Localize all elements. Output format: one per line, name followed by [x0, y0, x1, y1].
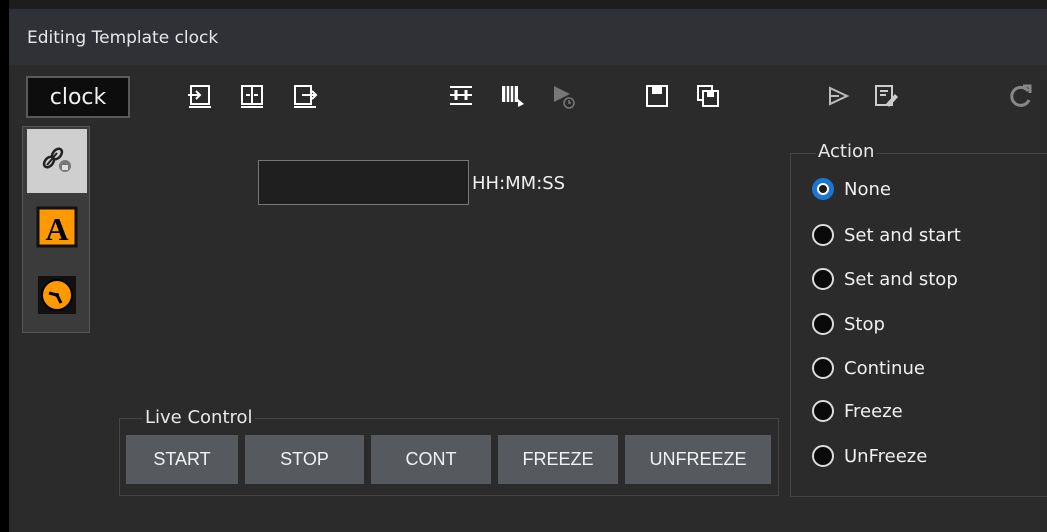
save-as-icon[interactable]	[692, 80, 724, 112]
export-icon[interactable]	[289, 80, 321, 112]
radio-set-and-stop[interactable]: Set and stop	[812, 268, 958, 290]
action-title: Action	[816, 141, 877, 162]
save-icon[interactable]	[641, 80, 673, 112]
live-control-title: Live Control	[143, 407, 255, 428]
radio-label: Set and start	[844, 224, 961, 246]
time-format-label: HH:MM:SS	[472, 173, 566, 194]
split-icon[interactable]	[236, 80, 268, 112]
radio-unfreeze[interactable]: UnFreeze	[812, 445, 927, 467]
radio-button-icon	[812, 268, 834, 290]
start-button[interactable]: START	[126, 435, 238, 484]
send-icon[interactable]	[822, 80, 854, 112]
time-input[interactable]	[258, 160, 469, 205]
import-icon[interactable]	[184, 80, 216, 112]
film-icon[interactable]	[496, 80, 528, 112]
radio-set-and-start[interactable]: Set and start	[812, 224, 961, 246]
stop-button[interactable]: STOP	[245, 435, 364, 484]
refresh-icon[interactable]	[1004, 80, 1036, 112]
radio-label: Stop	[844, 313, 885, 335]
cont-button[interactable]: CONT	[371, 435, 491, 484]
window-top-edge	[0, 0, 1047, 9]
text-a-icon: A	[35, 205, 79, 253]
window-title: Editing Template clock	[27, 28, 219, 48]
template-name-field[interactable]: clock	[26, 76, 130, 118]
radio-label: UnFreeze	[844, 445, 928, 467]
radio-button-icon	[812, 313, 834, 335]
window-left-edge	[0, 0, 9, 532]
radio-button-icon	[812, 178, 834, 200]
radio-button-icon	[812, 224, 834, 246]
radio-continue[interactable]: Continue	[812, 357, 925, 379]
svg-text:A: A	[45, 211, 68, 247]
tab-link[interactable]	[27, 129, 87, 193]
link-icon	[37, 139, 77, 183]
merge-icon[interactable]	[445, 80, 477, 112]
edit-icon[interactable]	[870, 80, 902, 112]
radio-button-icon	[812, 400, 834, 422]
radio-label: Freeze	[844, 400, 903, 422]
radio-button-icon	[812, 357, 834, 379]
radio-none[interactable]: None	[812, 178, 891, 200]
side-tabs: A	[22, 126, 90, 333]
radio-stop[interactable]: Stop	[812, 313, 885, 335]
play-timer-icon[interactable]	[548, 80, 580, 112]
freeze-button[interactable]: FREEZE	[498, 435, 618, 484]
tab-text[interactable]: A	[27, 197, 87, 261]
radio-freeze[interactable]: Freeze	[812, 400, 903, 422]
unfreeze-button[interactable]: UNFREEZE	[625, 435, 771, 484]
title-bar: Editing Template clock	[9, 9, 1047, 65]
radio-label: Continue	[844, 357, 925, 379]
radio-label: Set and stop	[844, 268, 958, 290]
clock-icon	[35, 273, 79, 321]
radio-button-icon	[812, 445, 834, 467]
tab-clock[interactable]	[27, 265, 87, 329]
radio-label: None	[844, 178, 891, 200]
